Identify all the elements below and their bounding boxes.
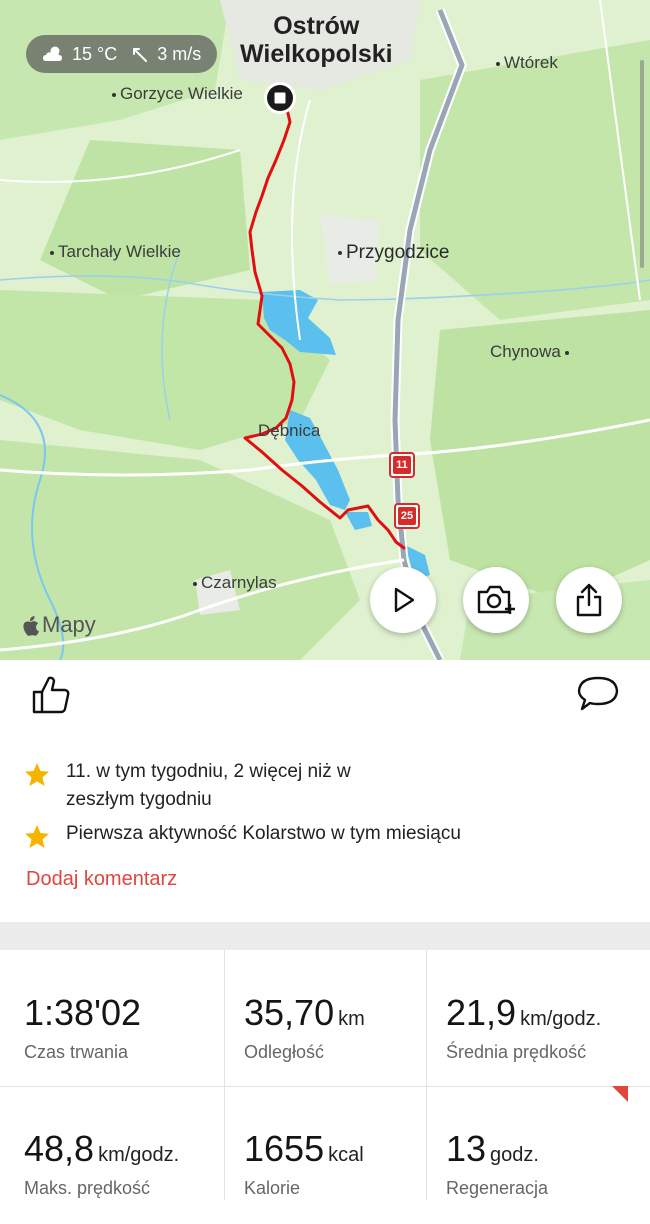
section-divider — [0, 922, 650, 950]
achievement-text: Pierwsza aktywność Kolarstwo w tym miesi… — [66, 823, 461, 844]
road-badge-11: 11 — [389, 452, 415, 478]
stat-unit: kcal — [328, 1144, 364, 1166]
like-button[interactable] — [30, 674, 72, 721]
stat-distance[interactable]: 35,70 km Odległość — [244, 950, 444, 1088]
finish-marker-icon[interactable] — [262, 80, 298, 116]
place-wtorek: Wtórek — [496, 53, 558, 73]
wind-icon — [133, 48, 148, 62]
stat-unit: km/godz. — [520, 1008, 602, 1030]
map-attribution: Mapy — [22, 612, 96, 638]
stat-value: 48,8 — [24, 1128, 95, 1169]
stat-label: Kalorie — [244, 1178, 301, 1198]
stat-value: 1:38'02 — [24, 992, 141, 1033]
temperature: 15 °C — [72, 43, 118, 64]
achievement-item: 11. w tym tygodniu, 2 więcej niż w zeszł… — [24, 758, 351, 814]
apple-logo-icon — [23, 615, 39, 636]
share-button[interactable] — [556, 567, 622, 633]
map-scrollbar[interactable] — [640, 60, 644, 268]
city-name-line2: Wielkopolski — [240, 40, 393, 68]
achievement-text: 11. w tym tygodniu, 2 więcej niż w zeszł… — [66, 761, 351, 810]
achievement-item: Pierwsza aktywność Kolarstwo w tym miesi… — [24, 820, 461, 850]
stat-value: 21,9 — [446, 992, 517, 1033]
share-icon — [576, 583, 602, 617]
stats-grid: 1:38'02 Czas trwania 35,70 km Odległość 2… — [0, 950, 650, 1200]
stat-recovery[interactable]: 13 godz. Regeneracja — [446, 1086, 646, 1224]
stat-label: Czas trwania — [24, 1042, 129, 1062]
play-icon — [394, 587, 415, 613]
stat-unit: km — [338, 1008, 365, 1030]
play-button[interactable] — [370, 567, 436, 633]
star-icon — [25, 825, 49, 848]
attribution-text: Mapy — [42, 612, 96, 637]
stat-duration[interactable]: 1:38'02 Czas trwania — [24, 950, 224, 1088]
stat-avg-speed[interactable]: 21,9 km/godz. Średnia prędkość — [446, 950, 646, 1088]
weather-badge: 15 °C 3 m/s — [26, 35, 218, 73]
place-gorzyce: Gorzyce Wielkie — [112, 84, 243, 104]
stat-value: 35,70 — [244, 992, 335, 1033]
road-badge-25: 25 — [394, 503, 420, 529]
city-label: Ostrów Wielkopolski — [240, 12, 393, 68]
thumbs-up-icon — [32, 676, 70, 714]
add-photo-button[interactable] — [463, 567, 529, 633]
stat-label: Średnia prędkość — [446, 1042, 587, 1062]
star-icon — [25, 763, 49, 786]
comment-bubble-icon — [577, 676, 619, 711]
achievements-section: 11. w tym tygodniu, 2 więcej niż w zeszł… — [0, 728, 650, 922]
stat-label: Odległość — [244, 1042, 325, 1062]
partly-cloudy-icon — [43, 46, 62, 61]
stat-value: 13 — [446, 1128, 487, 1169]
camera-plus-icon — [477, 585, 515, 614]
stat-label: Maks. prędkość — [24, 1178, 151, 1198]
comment-button[interactable] — [576, 674, 620, 719]
place-chynowa: Chynowa — [490, 342, 569, 362]
stat-value: 1655 — [244, 1128, 325, 1169]
add-comment-link[interactable]: Dodaj komentarz — [26, 868, 177, 891]
route-map[interactable]: 15 °C 3 m/s Ostrów Wielkopolski Gorzyce … — [0, 0, 650, 660]
stat-max-speed[interactable]: 48,8 km/godz. Maks. prędkość — [24, 1086, 224, 1224]
city-name-line1: Ostrów — [273, 12, 360, 40]
place-tarchaly: Tarchały Wielkie — [50, 242, 181, 262]
stat-unit: km/godz. — [98, 1144, 180, 1166]
place-czarnylas: Czarnylas — [193, 573, 277, 593]
map-background — [0, 0, 650, 660]
action-bar — [0, 660, 650, 728]
stat-unit: godz. — [490, 1144, 539, 1166]
stat-label: Regeneracja — [446, 1178, 549, 1198]
place-debnica: Dębnica — [258, 421, 321, 440]
place-przygodzice: Przygodzice — [338, 242, 450, 264]
wind-speed: 3 m/s — [157, 43, 202, 64]
stat-calories[interactable]: 1655 kcal Kalorie — [244, 1086, 444, 1224]
